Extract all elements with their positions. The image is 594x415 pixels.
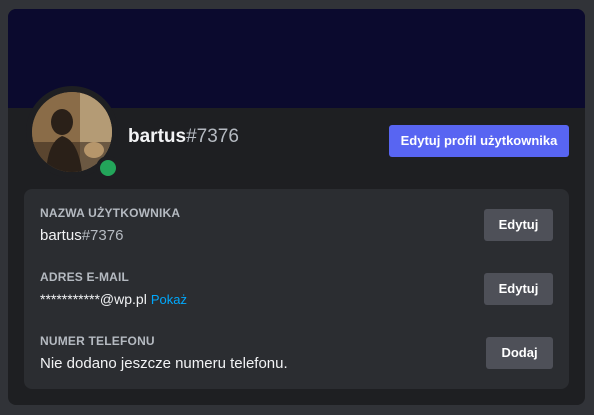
email-value: ***********@wp.pl: [40, 291, 147, 307]
username-field: NAZWA UŻYTKOWNIKA bartus#7376: [40, 206, 180, 244]
avatar-container: [26, 86, 120, 180]
username-label: NAZWA UŻYTKOWNIKA: [40, 206, 181, 220]
user-profile-card: bartus#7376 Edytuj profil użytkownika NA…: [8, 9, 585, 405]
profile-username-name: bartus: [128, 126, 187, 147]
account-settings-page: bartus#7376 Edytuj profil użytkownika NA…: [0, 0, 594, 415]
edit-username-button[interactable]: Edytuj: [484, 209, 553, 241]
profile-username-discriminator: #7376: [186, 126, 239, 147]
reveal-email-link[interactable]: Pokaż: [151, 292, 187, 307]
profile-username: bartus#7376: [128, 126, 239, 148]
email-field: ADRES E-MAIL ***********@wp.pl Pokaż: [40, 270, 187, 307]
username-value: bartus#7376: [40, 227, 180, 244]
edit-user-profile-button[interactable]: Edytuj profil użytkownika: [389, 125, 569, 157]
status-indicator: [96, 156, 120, 180]
phone-field: NUMER TELEFONU Nie dodano jeszcze numeru…: [40, 334, 288, 372]
add-phone-button[interactable]: Dodaj: [486, 337, 553, 369]
edit-email-button[interactable]: Edytuj: [484, 273, 553, 305]
account-info-panel: NAZWA UŻYTKOWNIKA bartus#7376 Edytuj ADR…: [24, 189, 569, 389]
online-status-dot: [100, 160, 116, 176]
username-discriminator: #7376: [81, 227, 124, 244]
phone-label: NUMER TELEFONU: [40, 334, 155, 348]
email-label: ADRES E-MAIL: [40, 270, 130, 284]
username-name: bartus: [40, 227, 82, 244]
email-value-row: ***********@wp.pl Pokaż: [40, 291, 187, 307]
phone-value: Nie dodano jeszcze numeru telefonu.: [40, 355, 288, 372]
